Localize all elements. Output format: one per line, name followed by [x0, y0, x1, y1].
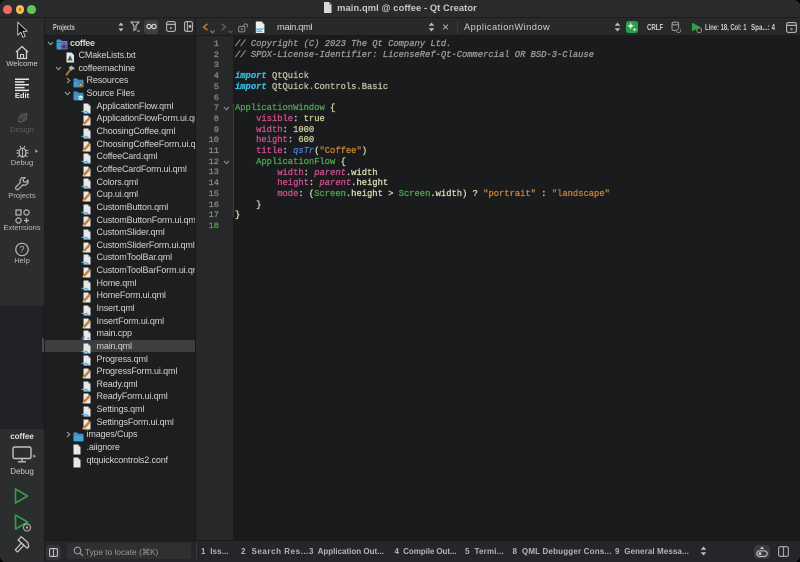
svg-text:?: ? — [19, 245, 24, 255]
